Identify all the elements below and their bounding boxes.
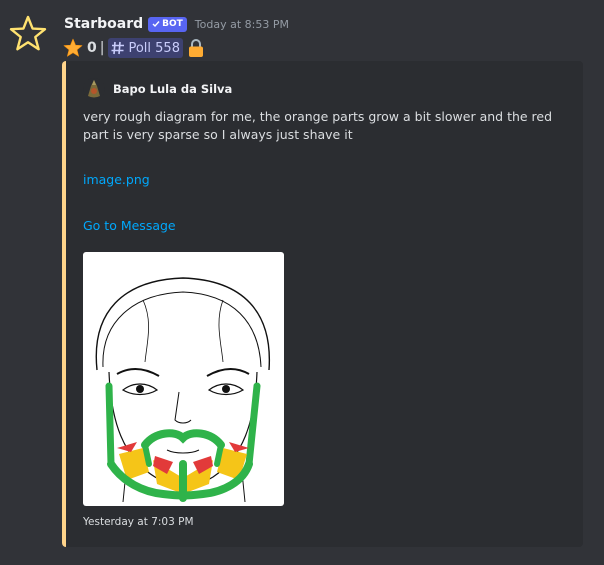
message-timestamp[interactable]: Today at 8:53 PM <box>195 18 289 31</box>
username[interactable]: Starboard <box>64 16 143 32</box>
star-icon <box>63 38 83 57</box>
embed-description: very rough diagram for me, the orange pa… <box>83 109 553 142</box>
bot-badge-label: BOT <box>162 19 183 29</box>
attachment-link[interactable]: image.png <box>83 172 150 187</box>
embed-footer-timestamp: Yesterday at 7:03 PM <box>83 516 194 528</box>
lock-icon <box>188 39 203 57</box>
message-header: Starboard BOT Today at 8:53 PM <box>64 14 289 34</box>
checkmark-icon <box>152 21 160 28</box>
star-outline-icon <box>9 15 47 51</box>
separator: | <box>99 40 105 56</box>
starboard-avatar[interactable] <box>8 14 48 54</box>
thread-hash-icon <box>111 41 125 55</box>
embed-card: Bapo Lula da Silva very rough diagram fo… <box>62 61 583 547</box>
bot-badge: BOT <box>148 16 187 32</box>
author-avatar[interactable] <box>83 78 105 100</box>
star-count: 0 <box>87 40 97 56</box>
embed-author-name[interactable]: Bapo Lula da Silva <box>113 82 232 96</box>
beard-diagram-image <box>95 277 271 503</box>
embed-image[interactable] <box>83 252 284 506</box>
go-to-message-link[interactable]: Go to Message <box>83 218 176 233</box>
channel-mention[interactable]: Poll 558 <box>108 38 183 58</box>
embed-author: Bapo Lula da Silva <box>83 78 232 100</box>
message-content: 0 | Poll 558 <box>63 37 205 59</box>
channel-mention-label: Poll 558 <box>128 40 180 56</box>
